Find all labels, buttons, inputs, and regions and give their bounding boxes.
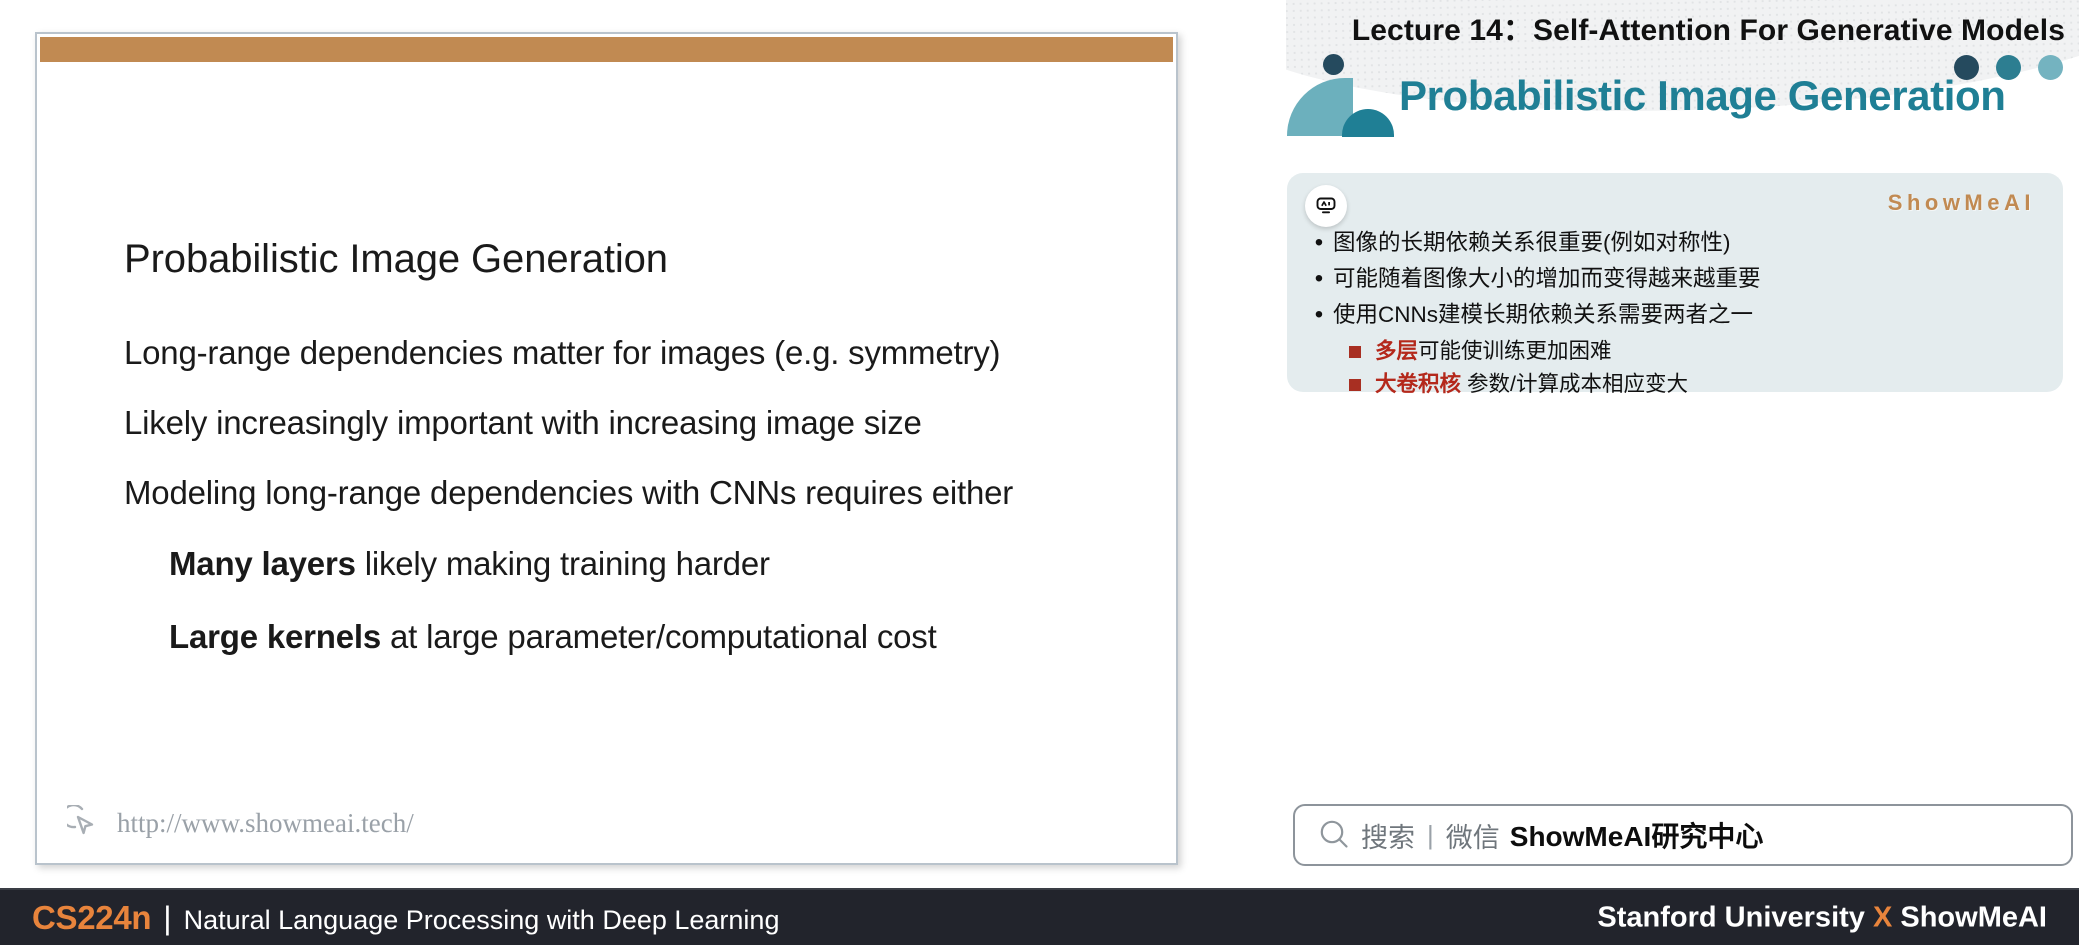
cursor-arrow-icon	[67, 805, 94, 835]
note-bullet-3-text: 使用CNNs建模长期依赖关系需要两者之一	[1333, 302, 1753, 327]
note-bullet-1: • 图像的长期依赖关系很重要(例如对称性)	[1305, 229, 2053, 257]
note-sub-bullet-2-text: 大卷积核 参数/计算成本相应变大	[1375, 370, 1688, 398]
translation-pane: Lecture 14：Self-Attention For Generative…	[1286, 0, 2079, 888]
slide-content: Probabilistic Image Generation Long-rang…	[37, 62, 1176, 863]
slide-accent-bar	[40, 37, 1173, 62]
ai-robot-icon	[1305, 185, 1347, 227]
slide-watermark: http://www.showmeai.tech/	[67, 805, 414, 841]
header-dot-3	[2038, 55, 2063, 80]
brand-logo-mark	[1287, 54, 1395, 137]
slide-sub-line-2-rest: at large parameter/computational cost	[381, 618, 937, 655]
note-sub-bullet-2-rest: 参数/计算成本相应变大	[1461, 372, 1688, 396]
slide-sub-line-1-bold: Many layers	[169, 545, 356, 582]
footer-course-info: CS224n | Natural Language Processing wit…	[32, 899, 779, 937]
card-brand-label: ShowMeAI	[1887, 190, 2035, 215]
note-bullet-2-text: 可能随着图像大小的增加而变得越来越重要	[1333, 266, 1761, 291]
note-sub-bullet-1-rest: 可能使训练更加困难	[1418, 339, 1612, 363]
search-icon	[1320, 820, 1348, 848]
footer-bar: CS224n | Natural Language Processing wit…	[0, 888, 2079, 945]
note-sub-bullet-1-text: 多层可能使训练更加困难	[1375, 337, 1612, 365]
translated-bullet-list: • 图像的长期依赖关系很重要(例如对称性) • 可能随着图像大小的增加而变得越来…	[1305, 229, 2053, 403]
slide-sub-line-2-bold: Large kernels	[169, 618, 382, 655]
note-bullet-3: • 使用CNNs建模长期依赖关系需要两者之一	[1305, 301, 2053, 329]
ai-robot-glyph	[1316, 197, 1336, 214]
slide-sub-line-2: Large kernels at large parameter/computa…	[169, 618, 1176, 656]
search-bar[interactable]: 搜索 | 微信 ShowMeAI研究中心	[1293, 804, 2073, 866]
footer-org-x: X	[1872, 901, 1893, 933]
footer-org-left: Stanford University	[1597, 901, 1865, 933]
square-bullet-icon	[1349, 370, 1375, 391]
slide-sub-line-1: Many layers likely making training harde…	[169, 545, 1176, 583]
section-title: Probabilistic Image Generation	[1399, 72, 2006, 119]
header-dot-1	[1954, 55, 1979, 80]
note-sub-bullet-1: 多层可能使训练更加困难	[1349, 337, 2053, 365]
footer-course-code: CS224n	[32, 898, 152, 936]
header-dots-group	[1954, 55, 2063, 80]
bullet-marker: •	[1314, 265, 1324, 292]
slide-watermark-url: http://www.showmeai.tech/	[117, 807, 414, 838]
slide-frame: Probabilistic Image Generation Long-rang…	[35, 32, 1178, 865]
translated-notes-card: ShowMeAI • 图像的长期依赖关系很重要(例如对称性) • 可能随着图像大…	[1287, 173, 2063, 396]
screenshot-root: Probabilistic Image Generation Long-rang…	[0, 0, 2079, 945]
slide-bullet-line-3: Modeling long-range dependencies with CN…	[124, 474, 1014, 511]
bullet-marker: •	[1314, 301, 1324, 328]
slide-bullet-line-1: Long-range dependencies matter for image…	[124, 334, 1001, 371]
lecture-header-title: Lecture 14：Self-Attention For Generative…	[1351, 14, 2065, 47]
footer-divider: |	[163, 899, 172, 936]
footer-org-info: Stanford University X ShowMeAI	[1597, 901, 2047, 934]
search-placeholder: 搜索	[1361, 822, 1415, 853]
square-bullet-icon	[1349, 337, 1375, 358]
bullet-marker: •	[1314, 229, 1324, 256]
footer-org-right: ShowMeAI	[1900, 901, 2047, 933]
search-brand: ShowMeAI研究中心	[1509, 821, 1764, 852]
search-separator: |	[1427, 819, 1434, 850]
section-header: Probabilistic Image Generation	[1286, 50, 2079, 138]
note-bullet-1-text: 图像的长期依赖关系很重要(例如对称性)	[1333, 230, 1731, 255]
note-sub-bullet-2-highlight: 大卷积核	[1375, 372, 1462, 396]
footer-course-name: Natural Language Processing with Deep Le…	[183, 904, 780, 935]
logo-dot	[1323, 54, 1344, 75]
slide-bullet-line-2: Likely increasingly important with incre…	[124, 404, 922, 441]
slide-sub-line-1-rest: likely making training harder	[355, 545, 770, 582]
note-bullet-2: • 可能随着图像大小的增加而变得越来越重要	[1305, 265, 2053, 293]
note-sub-bullet-2: 大卷积核 参数/计算成本相应变大	[1349, 370, 2053, 398]
slide-pane: Probabilistic Image Generation Long-rang…	[0, 0, 1286, 888]
search-channel: 微信	[1445, 822, 1500, 853]
slide-title: Probabilistic Image Generation	[124, 237, 668, 281]
note-sub-bullet-1-highlight: 多层	[1375, 339, 1419, 363]
header-dot-2	[1996, 55, 2021, 80]
